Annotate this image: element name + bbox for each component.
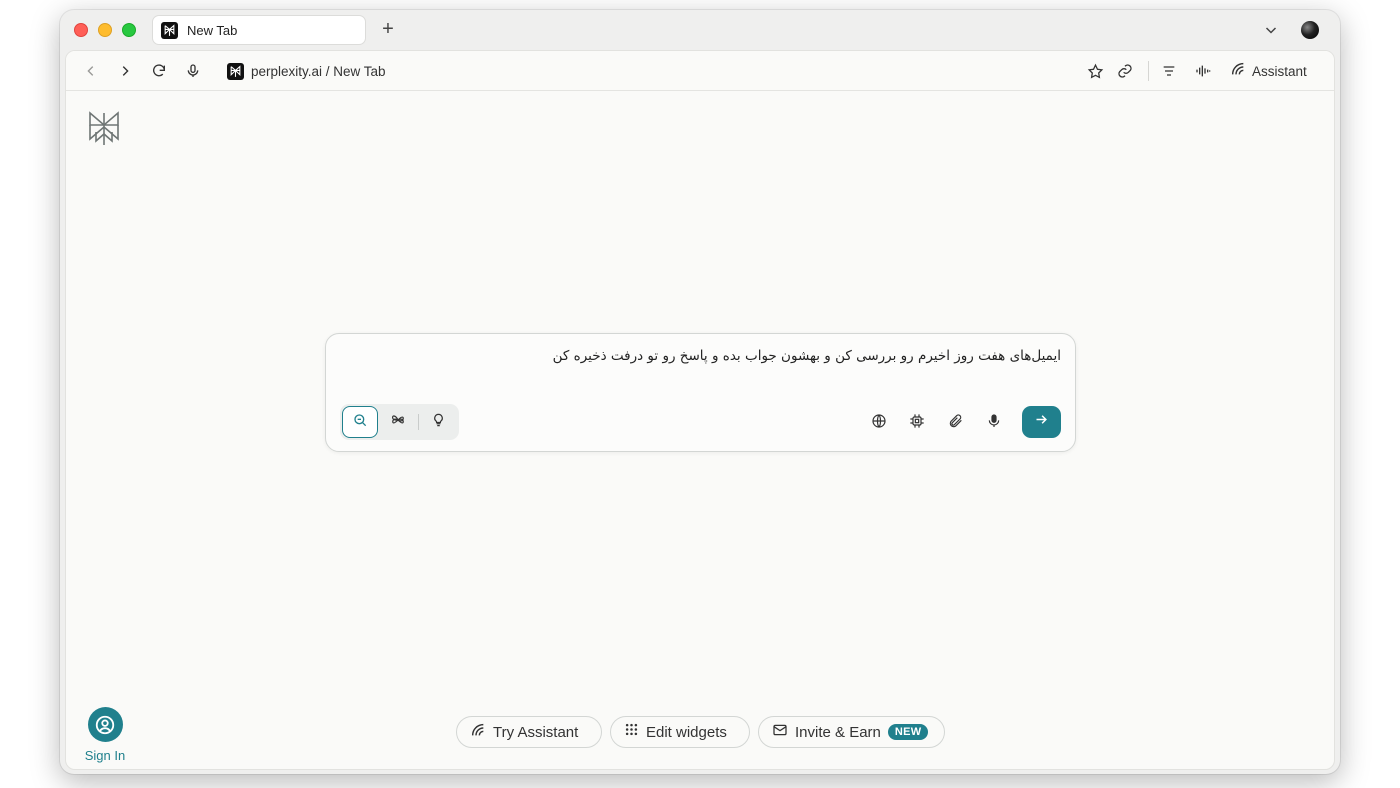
profile-avatar[interactable] bbox=[1301, 21, 1319, 39]
reload-icon[interactable] bbox=[150, 62, 168, 80]
voice-search-icon[interactable] bbox=[184, 62, 202, 80]
assistant-button[interactable]: Assistant bbox=[1230, 61, 1307, 81]
perplexity-logo-icon bbox=[86, 111, 122, 147]
navigation-toolbar: perplexity.ai / New Tab Assistant bbox=[66, 51, 1334, 91]
browser-window: New Tab + perplexity.ai / New Tab Assist… bbox=[60, 10, 1340, 774]
user-circle-icon bbox=[87, 707, 123, 742]
research-icon bbox=[390, 412, 406, 433]
minimize-window-button[interactable] bbox=[98, 23, 112, 37]
chevron-down-icon[interactable] bbox=[1263, 22, 1279, 38]
assistant-icon bbox=[470, 722, 486, 743]
mode-research-button[interactable] bbox=[380, 406, 416, 438]
star-icon[interactable] bbox=[1086, 62, 1104, 80]
forward-icon[interactable] bbox=[116, 62, 134, 80]
new-badge: NEW bbox=[887, 724, 929, 740]
invite-earn-button[interactable]: Invite & Earn NEW bbox=[758, 716, 945, 748]
maximize-window-button[interactable] bbox=[122, 23, 136, 37]
title-bar: New Tab + bbox=[60, 10, 1340, 50]
mode-selector bbox=[340, 404, 459, 440]
mode-labs-button[interactable] bbox=[420, 406, 456, 438]
search-input[interactable]: ایمیل‌های هفت روز اخیرم رو بررسی کن و به… bbox=[461, 346, 1061, 366]
toolbar-divider bbox=[1148, 61, 1149, 81]
reader-icon[interactable] bbox=[1160, 62, 1178, 80]
arrow-right-icon bbox=[1034, 412, 1049, 432]
try-assistant-button[interactable]: Try Assistant bbox=[456, 716, 602, 748]
lightbulb-icon bbox=[431, 412, 446, 433]
paperclip-icon[interactable] bbox=[947, 412, 965, 430]
assistant-icon bbox=[1230, 61, 1246, 82]
new-tab-button[interactable]: + bbox=[378, 19, 398, 39]
edit-widgets-label: Edit widgets bbox=[646, 723, 727, 741]
grid-icon bbox=[624, 722, 639, 742]
try-assistant-label: Try Assistant bbox=[493, 723, 579, 741]
edit-widgets-button[interactable]: Edit widgets bbox=[610, 716, 750, 748]
tab-new-tab[interactable]: New Tab bbox=[152, 15, 366, 45]
perplexity-favicon-icon bbox=[161, 21, 178, 39]
submit-button[interactable] bbox=[1022, 406, 1061, 438]
address-text: perplexity.ai / New Tab bbox=[251, 63, 386, 79]
audio-wave-icon[interactable] bbox=[1194, 62, 1212, 80]
tab-title: New Tab bbox=[187, 22, 238, 38]
perplexity-favicon-icon bbox=[227, 62, 244, 80]
close-window-button[interactable] bbox=[74, 23, 88, 37]
mail-icon bbox=[772, 722, 788, 743]
search-icon bbox=[352, 412, 368, 433]
address-bar[interactable]: perplexity.ai / New Tab bbox=[227, 62, 386, 80]
sign-in-button[interactable]: Sign In bbox=[80, 707, 130, 763]
sign-in-label: Sign In bbox=[84, 748, 126, 763]
search-box[interactable]: ایمیل‌های هفت روز اخیرم رو بررسی کن و به… bbox=[325, 333, 1076, 452]
assistant-label: Assistant bbox=[1252, 63, 1307, 79]
mode-search-button[interactable] bbox=[342, 406, 378, 438]
page-content: perplexity.ai / New Tab Assistant bbox=[65, 50, 1335, 770]
mode-divider bbox=[418, 414, 419, 430]
invite-earn-label: Invite & Earn bbox=[795, 723, 881, 741]
mic-icon[interactable] bbox=[985, 412, 1003, 430]
globe-icon[interactable] bbox=[870, 412, 888, 430]
back-icon[interactable] bbox=[82, 62, 100, 80]
link-icon[interactable] bbox=[1116, 62, 1134, 80]
cpu-icon[interactable] bbox=[908, 412, 926, 430]
